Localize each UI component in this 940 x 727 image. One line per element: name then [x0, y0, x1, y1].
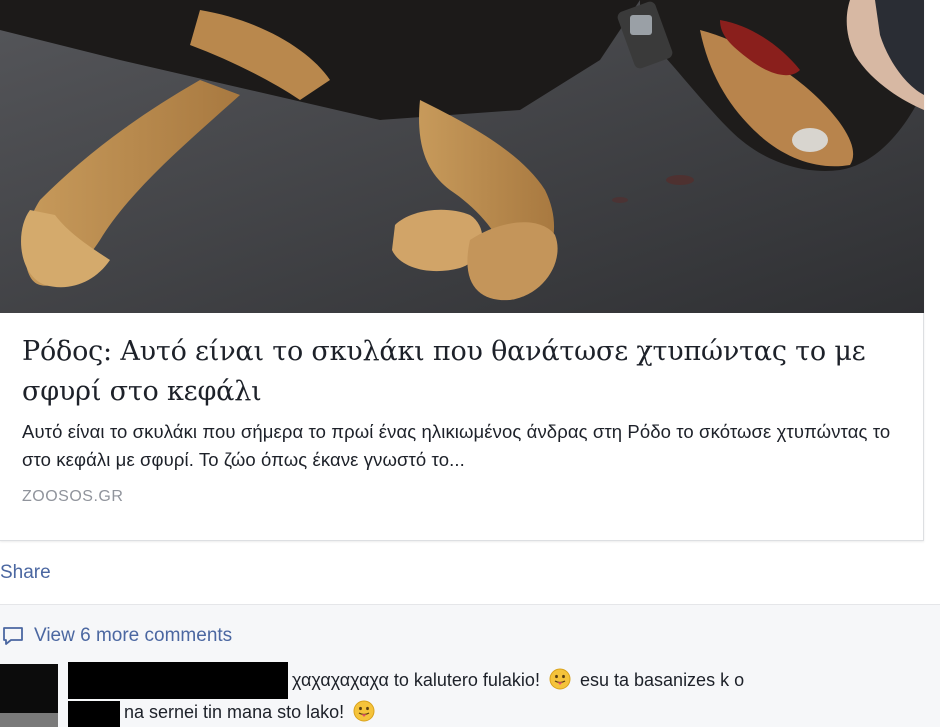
comment-bubble-icon	[3, 627, 23, 645]
comment-text-part1: χαχαχαχαχα to kalutero fulakio!	[292, 670, 540, 690]
comment-text-continued: na sernei tin mana sto lako!	[124, 700, 379, 723]
link-description: Αυτό είναι το σκυλάκι που σήμερα το πρωί…	[22, 421, 891, 470]
link-headline[interactable]: Ρόδος: Αυτό είναι το σκυλάκι που θανάτωσ…	[22, 332, 912, 412]
comment-text: χαχαχαχαχα to kalutero fulakio! esu ta b…	[292, 668, 744, 691]
redacted-name-continued	[68, 701, 120, 727]
link-domain: ZOOSOS.GR	[22, 488, 124, 505]
link-preview-text[interactable]: Ρόδος: Αυτό είναι το σκυλάκι που θανάτωσ…	[22, 318, 912, 506]
tongue-emoji-icon	[549, 668, 571, 690]
comment-text-part2: esu ta basanizes k o	[579, 670, 745, 690]
comment-text-part3: na sernei tin mana sto lako!	[124, 702, 345, 722]
tongue-emoji-icon	[353, 700, 375, 722]
share-button[interactable]: Share	[0, 562, 51, 584]
view-more-comments-link[interactable]: View 6 more comments	[2, 625, 232, 647]
redacted-name	[68, 662, 288, 699]
avatar-edge	[0, 713, 58, 727]
link-preview-card[interactable]: Ρόδος: Αυτό είναι το σκυλάκι που θανάτωσ…	[0, 0, 924, 541]
preview-image[interactable]	[0, 0, 924, 313]
view-more-comments-label[interactable]: View 6 more comments	[34, 625, 232, 647]
dog-photo	[0, 0, 924, 313]
facebook-post: Ρόδος: Αυτό είναι το σκυλάκι που θανάτωσ…	[0, 0, 940, 727]
